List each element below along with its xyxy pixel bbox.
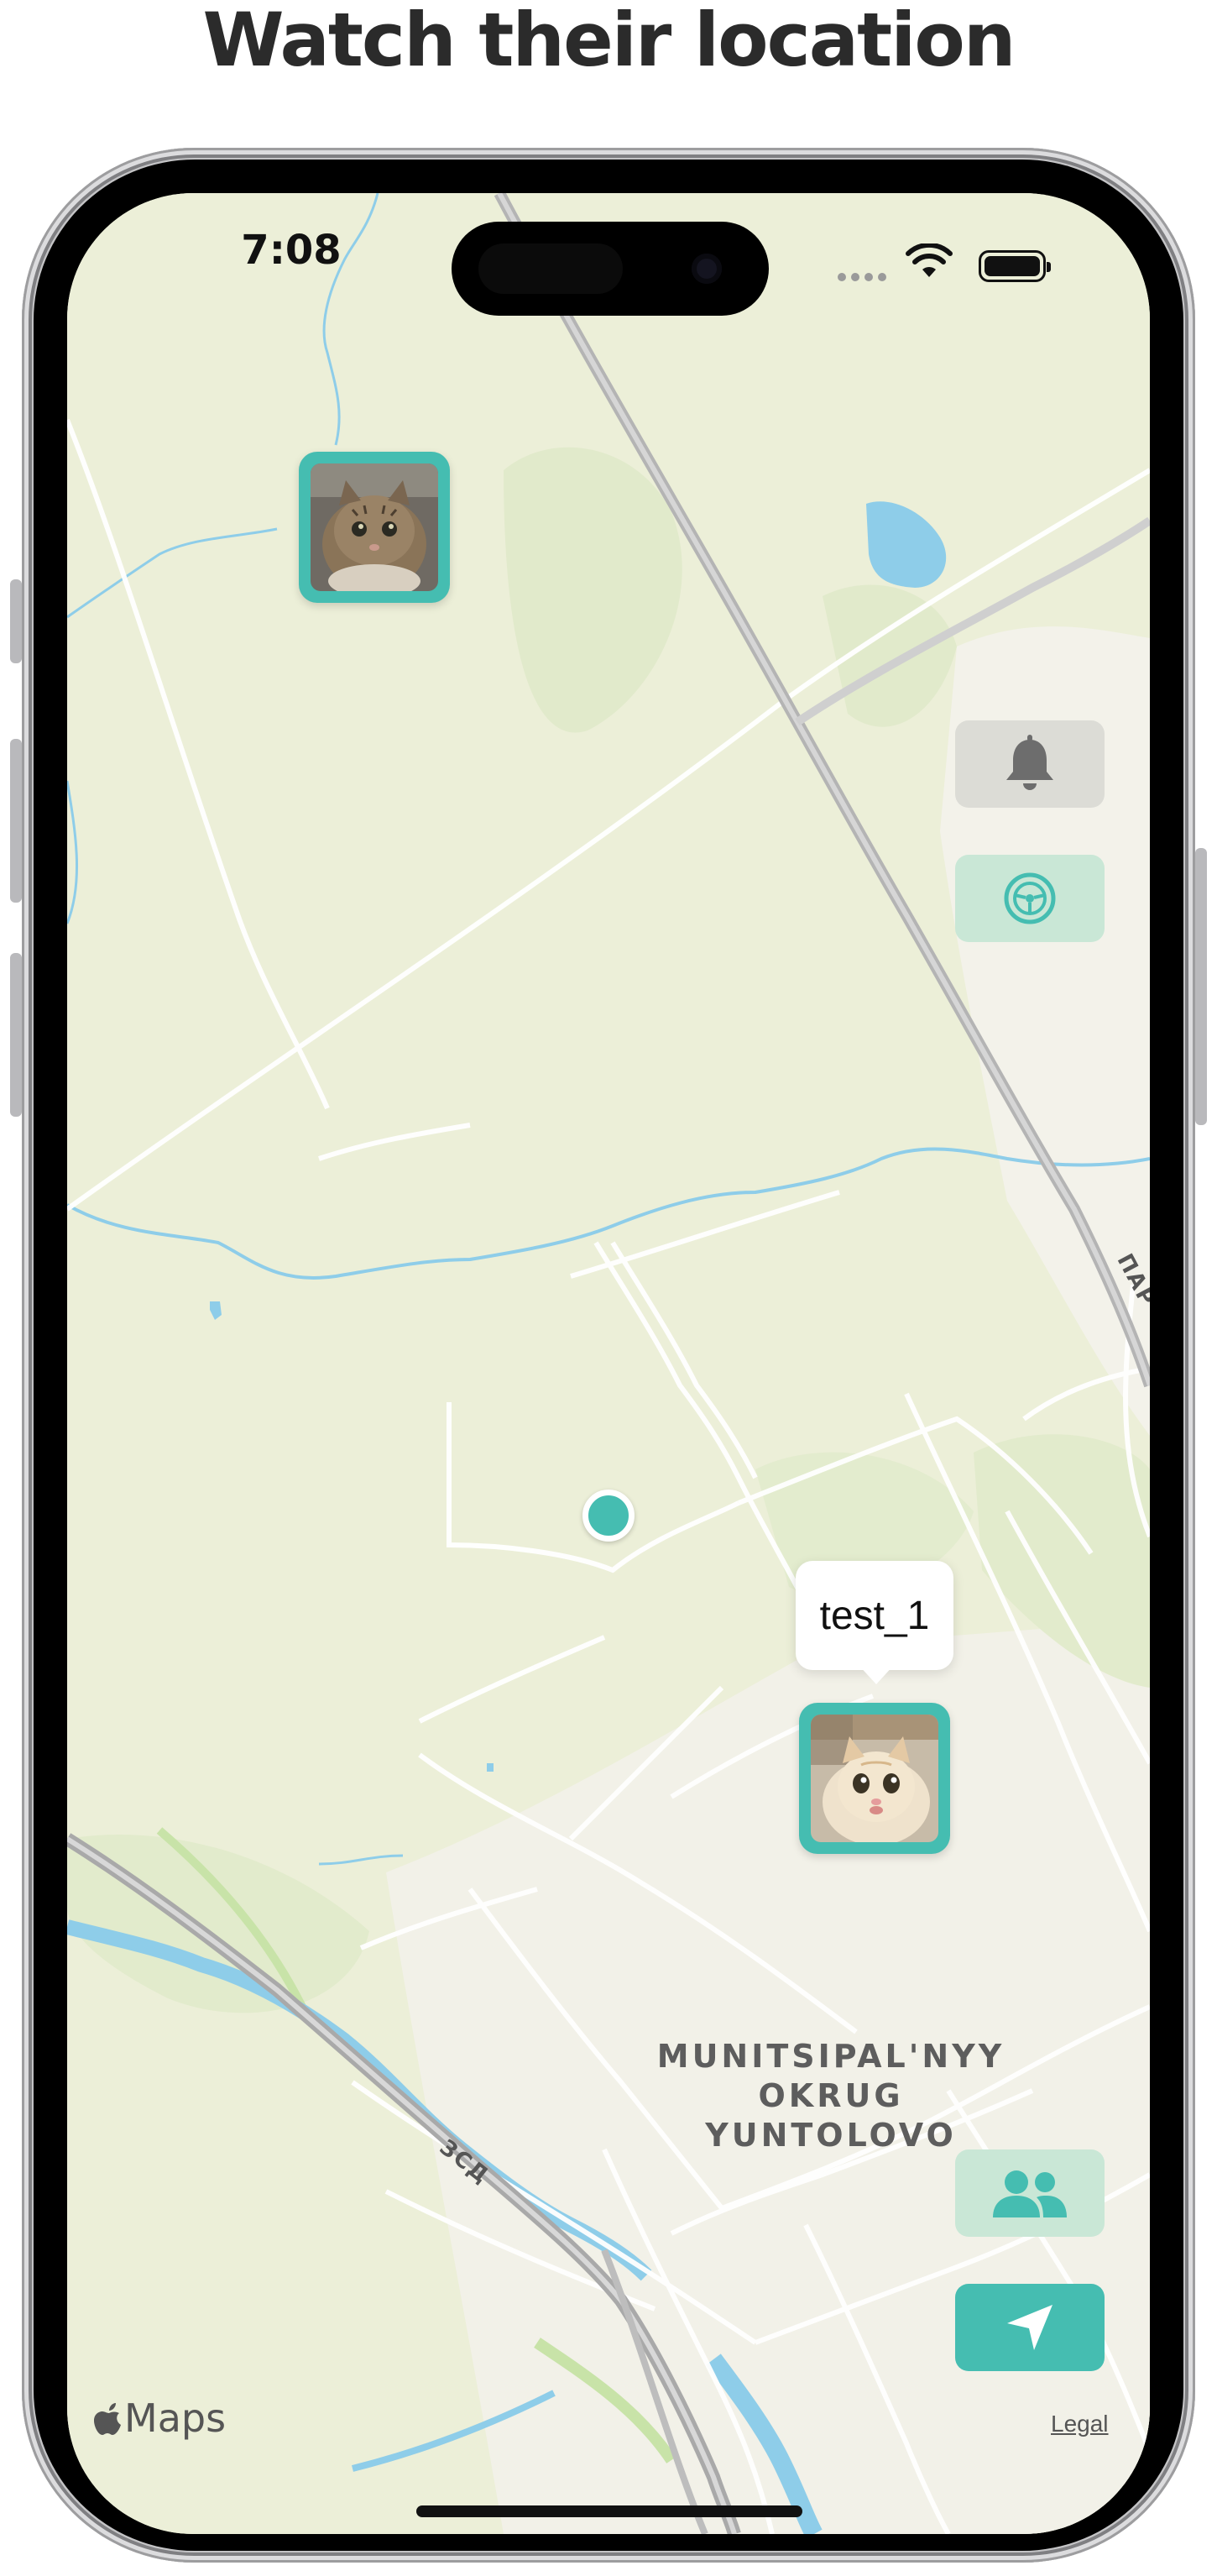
map-screen[interactable]: 7:08 test_1 MUNITSIPAL'NYY OKRUG YUNTOLO… [67,193,1150,2534]
marker-name-callout[interactable]: test_1 [796,1561,953,1670]
dynamic-island [452,222,769,316]
power-button [1195,848,1207,1125]
headline: Watch their location [202,0,1016,83]
wifi-icon [906,243,953,277]
camera-icon [692,254,722,284]
maps-label: Maps [124,2395,227,2441]
apple-logo-icon [94,2403,121,2435]
steering-wheel-icon [1004,872,1056,924]
my-location-button[interactable] [955,2284,1105,2371]
driving-mode-button[interactable] [955,855,1105,942]
current-location-dot [582,1490,635,1542]
friend-avatar-marker[interactable] [299,452,450,603]
battery-icon [979,250,1051,282]
people-icon [993,2170,1067,2217]
friend-avatar-marker-selected[interactable] [799,1703,950,1854]
bell-icon [1006,735,1053,790]
cat-photo [311,463,438,591]
cellular-signal-icon [838,270,891,285]
status-time: 7:08 [241,227,342,274]
friends-button[interactable] [955,2149,1105,2237]
volume-up-button [10,739,22,903]
legal-link[interactable]: Legal [1051,2411,1109,2437]
maps-attribution[interactable]: Maps [94,2395,226,2441]
location-arrow-icon [1007,2305,1052,2350]
notifications-button[interactable] [955,720,1105,808]
volume-down-button [10,953,22,1117]
cat-photo [811,1715,938,1842]
callout-pointer [858,1664,895,1684]
marker-name-label: test_1 [819,1593,930,1638]
home-indicator[interactable] [416,2505,802,2517]
action-button [10,579,22,663]
district-label: MUNITSIPAL'NYY OKRUG YUNTOLOVO [656,2038,1005,2154]
